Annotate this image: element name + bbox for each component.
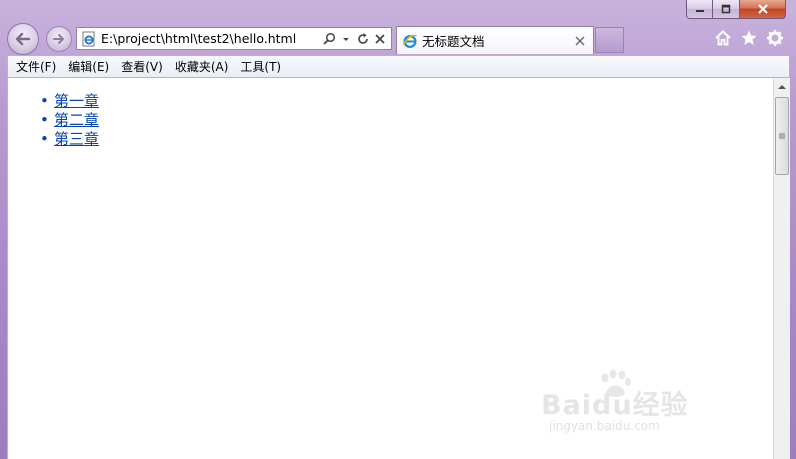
tab-close-button[interactable]: [573, 34, 587, 48]
bullet: •: [40, 92, 49, 110]
list-item: • 第二章: [40, 111, 773, 130]
chapter-list: • 第一章 • 第二章 • 第三章: [8, 78, 773, 149]
bullet: •: [40, 111, 49, 129]
page-viewport: • 第一章 • 第二章 • 第三章 Baidu经验 jingyan.baidu.com: [7, 78, 790, 459]
grip-icon: [779, 133, 785, 139]
menu-file[interactable]: 文件(F): [10, 58, 62, 75]
tab-active[interactable]: 无标题文档: [396, 26, 594, 54]
address-bar-tools: [322, 32, 391, 46]
chevron-up-icon: [778, 85, 786, 89]
browser-window-frame: E:\project\html\test2\hello.html 无标题文档 文…: [0, 0, 796, 459]
chapter-link-3[interactable]: 第三章: [54, 130, 99, 148]
maximize-icon: [721, 4, 731, 14]
chapter-link-1[interactable]: 第一章: [54, 92, 99, 110]
url-text[interactable]: E:\project\html\test2\hello.html: [101, 31, 322, 46]
menu-edit[interactable]: 编辑(E): [62, 58, 115, 75]
forward-arrow-icon: [53, 34, 64, 44]
minimize-icon: [695, 10, 704, 12]
menu-tools[interactable]: 工具(T): [234, 58, 287, 75]
menu-bar: 文件(F) 编辑(E) 查看(V) 收藏夹(A) 工具(T): [7, 55, 790, 78]
minimize-button[interactable]: [686, 0, 713, 19]
tab-close-icon: [575, 36, 585, 45]
close-window-button[interactable]: [740, 0, 786, 19]
home-icon[interactable]: [714, 29, 732, 47]
address-bar[interactable]: E:\project\html\test2\hello.html: [76, 27, 392, 50]
forward-button[interactable]: [46, 26, 72, 52]
ie-logo-icon: [402, 33, 418, 49]
list-item: • 第一章: [40, 92, 773, 111]
page-content: • 第一章 • 第二章 • 第三章 Baidu经验 jingyan.baidu.com: [8, 78, 773, 459]
watermark-domain: jingyan.baidu.com: [549, 419, 660, 433]
new-tab-button[interactable]: [595, 27, 624, 53]
gear-icon[interactable]: [766, 29, 784, 47]
tab-title: 无标题文档: [422, 34, 485, 49]
baidu-watermark: Baidu经验 jingyan.baidu.com: [541, 369, 731, 441]
close-icon: [757, 4, 768, 14]
maximize-button[interactable]: [713, 0, 740, 19]
bullet: •: [40, 130, 49, 148]
back-arrow-icon: [15, 32, 31, 46]
back-button[interactable]: [7, 23, 39, 55]
stop-icon[interactable]: [373, 32, 387, 46]
watermark-logo-text: Baidu经验: [541, 390, 689, 421]
menu-favorites[interactable]: 收藏夹(A): [169, 58, 235, 75]
menu-view[interactable]: 查看(V): [115, 58, 169, 75]
browser-toolbar-icons: [714, 29, 784, 47]
chapter-link-2[interactable]: 第二章: [54, 111, 99, 129]
refresh-icon[interactable]: [356, 32, 370, 46]
favorites-star-icon[interactable]: [740, 29, 758, 47]
window-caption-buttons: [686, 0, 786, 20]
ie-page-icon: [81, 31, 97, 47]
vertical-scrollbar[interactable]: [773, 78, 790, 459]
scroll-up-button[interactable]: [774, 80, 790, 94]
list-item: • 第三章: [40, 130, 773, 149]
chevron-down-icon[interactable]: [339, 32, 353, 46]
scroll-thumb[interactable]: [775, 97, 789, 175]
search-icon[interactable]: [322, 32, 336, 46]
